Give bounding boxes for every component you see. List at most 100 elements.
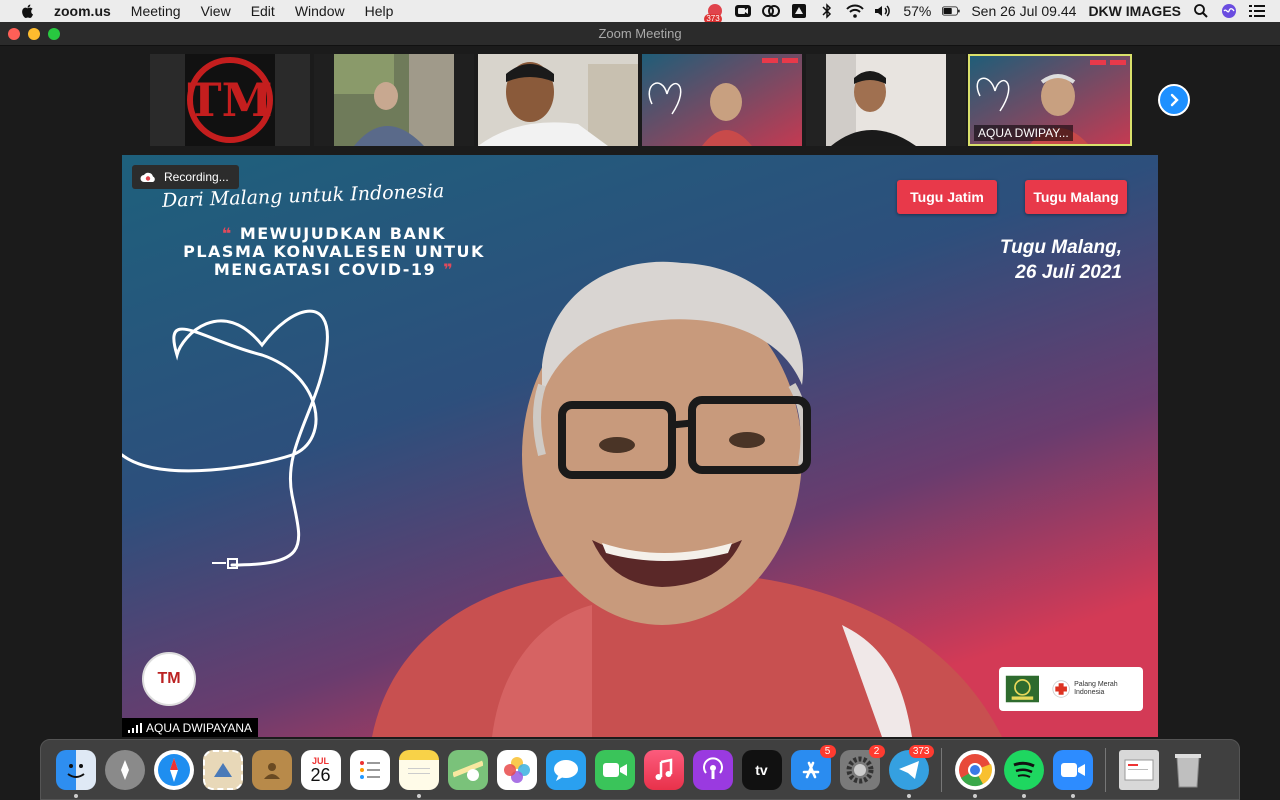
siri-icon[interactable] [1220, 3, 1238, 19]
creative-cloud-icon[interactable] [762, 3, 781, 19]
speaker-name: AQUA DWIPAYANA [146, 720, 253, 735]
banner-date: 26 Juli 2021 [1015, 262, 1122, 283]
menu-app-name[interactable]: zoom.us [54, 3, 111, 19]
red-cross-icon [1052, 680, 1070, 698]
recording-label: Recording... [164, 170, 229, 184]
banner-headline: ❝ MEWUJUDKAN BANK PLASMA KONVALESEN UNTU… [144, 225, 524, 279]
user-name[interactable]: DKW IMAGES [1088, 3, 1181, 19]
running-indicator [416, 793, 421, 798]
participant-strip: TM AQUA DWIPAY... [0, 46, 1280, 154]
speaker-name-label: AQUA DWIPAYANA [122, 718, 259, 737]
launchpad-icon[interactable] [104, 749, 145, 790]
headline-line-3: MENGATASI COVID-19 [213, 260, 437, 279]
apple-tv-icon[interactable]: tv [741, 749, 782, 790]
cloud-recording-icon [140, 172, 155, 182]
app-store-badge: 5 [819, 744, 836, 758]
participant-5-video [826, 54, 946, 146]
participant-3-video [478, 54, 638, 146]
spotify-icon[interactable] [1003, 749, 1044, 798]
participant-1-logo-video: TM [185, 54, 275, 146]
svg-text:TM: TM [187, 73, 272, 127]
spotlight-search-icon[interactable] [1192, 3, 1210, 19]
menu-edit[interactable]: Edit [251, 3, 275, 19]
notification-app-icon[interactable]: 373 [704, 3, 724, 24]
calendar-day: 26 [310, 764, 331, 785]
podcasts-icon[interactable] [692, 749, 733, 790]
active-participant-name: AQUA DWIPAY... [974, 125, 1073, 141]
menu-meeting[interactable]: Meeting [131, 3, 181, 19]
clock[interactable]: Sen 26 Jul 09.44 [971, 3, 1076, 19]
next-page-button[interactable] [1158, 84, 1190, 116]
control-center-icon[interactable] [1248, 3, 1266, 19]
drive-icon[interactable] [790, 3, 808, 19]
banner-place: Tugu Malang, [999, 237, 1122, 258]
headline-line-1: MEWUJUDKAN BANK [239, 224, 447, 243]
zoom-status-icon[interactable] [734, 3, 752, 19]
window-title-bar: Zoom Meeting [0, 22, 1280, 46]
participant-thumb-1[interactable]: TM [150, 54, 310, 146]
running-indicator [1070, 793, 1075, 798]
status-area: 373 57% Sen 26 Jul 09.44 DKW IMAGES [701, 0, 1280, 24]
photos-icon[interactable] [496, 749, 537, 790]
brand-tugu-malang: Tugu Malang [1025, 180, 1127, 214]
finder-icon[interactable] [55, 749, 96, 798]
zoom-app-icon[interactable] [1052, 749, 1093, 798]
menu-window[interactable]: Window [295, 3, 345, 19]
facetime-icon[interactable] [594, 749, 635, 790]
system-preferences-badge: 2 [868, 744, 885, 758]
menu-bar: zoom.us Meeting View Edit Window Help 37… [0, 0, 1280, 24]
bluetooth-icon[interactable] [818, 3, 836, 19]
banner-place-date: Tugu Malang, 26 Juli 2021 [1000, 235, 1122, 285]
participant-thumb-2[interactable] [314, 54, 474, 146]
contacts-icon[interactable] [251, 749, 292, 790]
telegram-badge: 373 [908, 744, 934, 758]
chrome-icon[interactable] [954, 749, 995, 798]
app-store-icon[interactable]: 5 [790, 744, 836, 790]
dock: JUL 26 tv 5 2 373 [40, 739, 1240, 800]
apple-tv-label: tv [755, 761, 768, 778]
volume-icon[interactable] [874, 3, 892, 19]
notes-icon[interactable] [398, 749, 439, 798]
trash-icon[interactable] [1168, 750, 1208, 790]
running-indicator [73, 793, 78, 798]
battery-icon[interactable] [942, 3, 960, 19]
headline-line-2: PLASMA KONVALESEN UNTUK [183, 242, 485, 261]
apple-logo-icon[interactable] [20, 3, 36, 19]
reminders-icon[interactable] [349, 749, 390, 790]
window-title: Zoom Meeting [598, 26, 682, 41]
menu-view[interactable]: View [201, 3, 231, 19]
calendar-icon[interactable]: JUL 26 [300, 749, 341, 790]
participant-thumb-4[interactable] [642, 54, 802, 146]
brand-tugu-jatim: Tugu Jatim [897, 180, 997, 214]
menu-help[interactable]: Help [365, 3, 394, 19]
running-indicator [906, 793, 911, 798]
participant-thumb-3[interactable] [478, 54, 638, 146]
maps-icon[interactable] [447, 749, 488, 790]
downloads-stack-icon[interactable] [1118, 749, 1159, 790]
participant-thumb-5[interactable] [806, 54, 966, 146]
active-speaker-video[interactable]: Recording... Dari Malang untuk Indonesia… [122, 155, 1158, 737]
battery-percent: 57% [903, 3, 932, 19]
participant-4-video [642, 54, 802, 146]
system-preferences-icon[interactable]: 2 [839, 744, 885, 790]
tm-logo: TM [142, 652, 196, 706]
mui-logo-icon [1005, 675, 1039, 703]
participant-thumb-6-active[interactable]: AQUA DWIPAY... [968, 54, 1132, 146]
safari-icon[interactable] [153, 749, 194, 790]
calendar-month: JUL [311, 755, 329, 766]
messages-icon[interactable] [545, 749, 586, 790]
running-indicator [972, 793, 977, 798]
participant-2-video [334, 54, 454, 146]
mail-stamp-icon[interactable] [202, 749, 243, 790]
wifi-icon[interactable] [846, 3, 865, 19]
partner-logos: Palang Merah Indonesia [999, 667, 1143, 711]
running-indicator [1021, 793, 1026, 798]
dock-separator [941, 747, 942, 792]
open-quote-icon: ❝ [221, 224, 240, 243]
music-icon[interactable] [643, 749, 684, 790]
dock-separator [1105, 747, 1106, 792]
close-quote-icon: ❞ [436, 260, 455, 279]
chevron-right-icon [1170, 93, 1179, 107]
telegram-icon[interactable]: 373 [888, 744, 934, 798]
recording-indicator[interactable]: Recording... [132, 165, 239, 189]
